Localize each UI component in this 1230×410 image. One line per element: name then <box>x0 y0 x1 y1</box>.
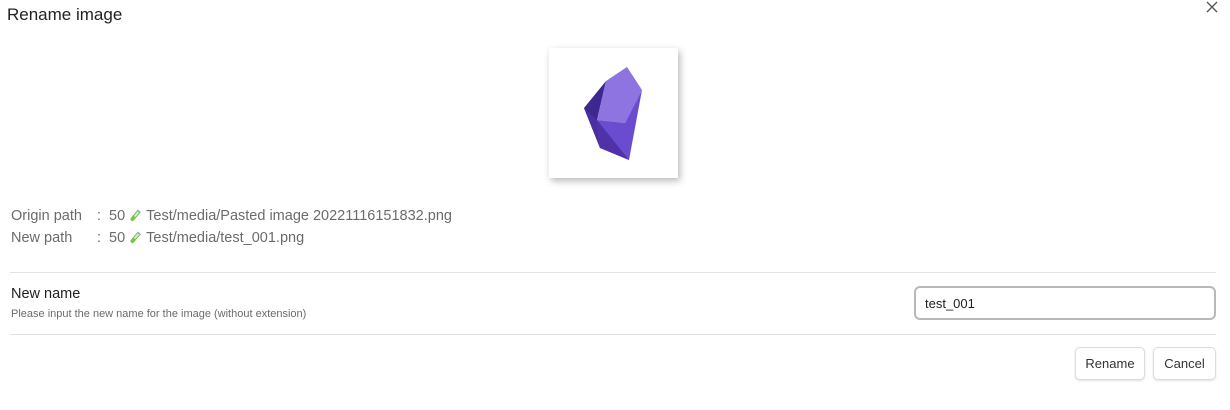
dialog-title: Rename image <box>7 5 123 24</box>
rename-button[interactable]: Rename <box>1075 347 1145 380</box>
image-preview <box>549 48 678 178</box>
new-path-label: New path <box>11 230 73 246</box>
test-tube-icon <box>128 209 142 223</box>
new-path-row: New path : 50 Test/media/test_001.png <box>11 227 452 249</box>
origin-path-separator: : <box>97 208 102 224</box>
origin-path-label: Origin path <box>11 208 82 224</box>
new-name-input[interactable] <box>914 286 1216 320</box>
test-tube-icon <box>128 231 142 245</box>
cancel-button[interactable]: Cancel <box>1153 347 1216 380</box>
obsidian-crystal-logo-icon <box>584 67 642 160</box>
rename-image-dialog: Rename image Origin path : 50 Test/media… <box>0 0 1230 410</box>
new-path-value: Test/media/test_001.png <box>146 230 305 246</box>
origin-path-row: Origin path : 50 Test/media/Pasted image… <box>11 205 452 227</box>
new-path-separator: : <box>97 230 102 246</box>
new-path-number: 50 <box>109 230 126 246</box>
close-icon[interactable] <box>1204 0 1220 15</box>
path-info: Origin path : 50 Test/media/Pasted image… <box>11 205 452 249</box>
new-name-description: Please input the new name for the image … <box>11 308 307 320</box>
origin-path-number: 50 <box>109 208 126 224</box>
divider-bottom <box>10 334 1216 335</box>
origin-path-value: Test/media/Pasted image 20221116151832.p… <box>146 208 452 224</box>
new-name-label: New name <box>11 286 81 302</box>
divider-top <box>10 272 1216 273</box>
